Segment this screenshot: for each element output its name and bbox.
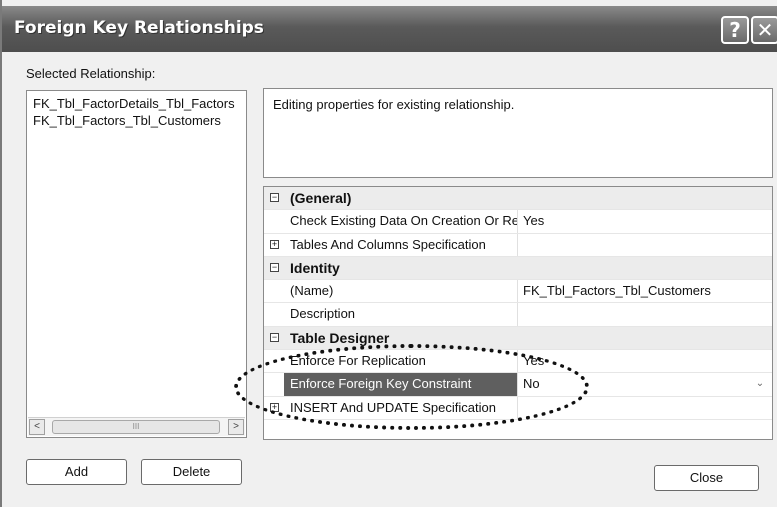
property-row[interactable]: + Tables And Columns Specification xyxy=(264,233,772,257)
foreign-key-relationships-dialog: Foreign Key Relationships ? ✕ Selected R… xyxy=(0,0,777,507)
property-value[interactable]: FK_Tbl_Factors_Tbl_Customers xyxy=(518,280,772,302)
property-name: Description xyxy=(284,303,518,326)
scroll-thumb[interactable]: III xyxy=(52,420,220,434)
property-value[interactable]: Yes xyxy=(518,350,772,372)
property-name: Check Existing Data On Creation Or Re-En… xyxy=(284,210,518,233)
close-button[interactable]: Close xyxy=(654,465,759,491)
property-name: Enforce For Replication xyxy=(284,350,518,373)
selected-relationship-label: Selected Relationship: xyxy=(26,66,156,81)
property-grid[interactable]: − (General) Check Existing Data On Creat… xyxy=(263,186,773,440)
property-row[interactable]: Check Existing Data On Creation Or Re-En… xyxy=(264,210,772,234)
property-row[interactable]: Enforce For Replication Yes xyxy=(264,350,772,374)
delete-button[interactable]: Delete xyxy=(141,459,242,485)
relationship-item[interactable]: FK_Tbl_Factors_Tbl_Customers xyxy=(27,112,246,129)
relationship-item[interactable]: FK_Tbl_FactorDetails_Tbl_Factors xyxy=(27,95,246,112)
expand-icon[interactable]: + xyxy=(270,402,279,412)
category-table-designer[interactable]: − Table Designer xyxy=(264,326,772,351)
property-name: Enforce Foreign Key Constraint xyxy=(284,373,518,396)
property-row[interactable]: Description xyxy=(264,303,772,327)
dialog-title: Foreign Key Relationships xyxy=(14,18,264,38)
category-label: (General) xyxy=(290,190,352,206)
category-general[interactable]: − (General) xyxy=(264,187,772,211)
expand-icon[interactable]: + xyxy=(270,239,279,249)
property-value-dropdown[interactable]: No xyxy=(518,373,772,395)
collapse-icon[interactable]: − xyxy=(270,193,279,202)
property-value[interactable]: Yes xyxy=(518,210,772,232)
property-row[interactable]: + INSERT And UPDATE Specification xyxy=(264,396,772,420)
collapse-icon[interactable]: − xyxy=(270,262,279,272)
property-value[interactable] xyxy=(518,234,772,256)
relationship-list[interactable]: FK_Tbl_FactorDetails_Tbl_Factors FK_Tbl_… xyxy=(26,90,247,438)
add-button[interactable]: Add xyxy=(26,459,127,485)
property-row[interactable]: (Name) FK_Tbl_Factors_Tbl_Customers xyxy=(264,280,772,304)
property-name: Tables And Columns Specification xyxy=(284,233,518,256)
close-icon[interactable]: ✕ xyxy=(751,16,777,44)
property-name: (Name) xyxy=(284,280,518,303)
category-label: Table Designer xyxy=(290,329,390,346)
title-bar: Foreign Key Relationships ? ✕ xyxy=(2,6,777,52)
scroll-right-icon[interactable]: > xyxy=(228,419,244,435)
property-value[interactable] xyxy=(518,303,772,325)
help-button[interactable]: ? xyxy=(721,16,749,44)
horizontal-scrollbar[interactable]: < III > xyxy=(28,417,245,436)
scroll-left-icon[interactable]: < xyxy=(29,419,45,435)
property-row-selected[interactable]: Enforce Foreign Key Constraint No ⌄ xyxy=(264,373,772,397)
property-value[interactable] xyxy=(518,397,772,419)
collapse-icon[interactable]: − xyxy=(270,332,279,342)
category-label: Identity xyxy=(290,259,340,276)
chevron-down-icon[interactable]: ⌄ xyxy=(752,376,768,392)
category-identity[interactable]: − Identity xyxy=(264,256,772,281)
property-name: INSERT And UPDATE Specification xyxy=(284,396,518,419)
relationship-description: Editing properties for existing relation… xyxy=(263,88,773,178)
